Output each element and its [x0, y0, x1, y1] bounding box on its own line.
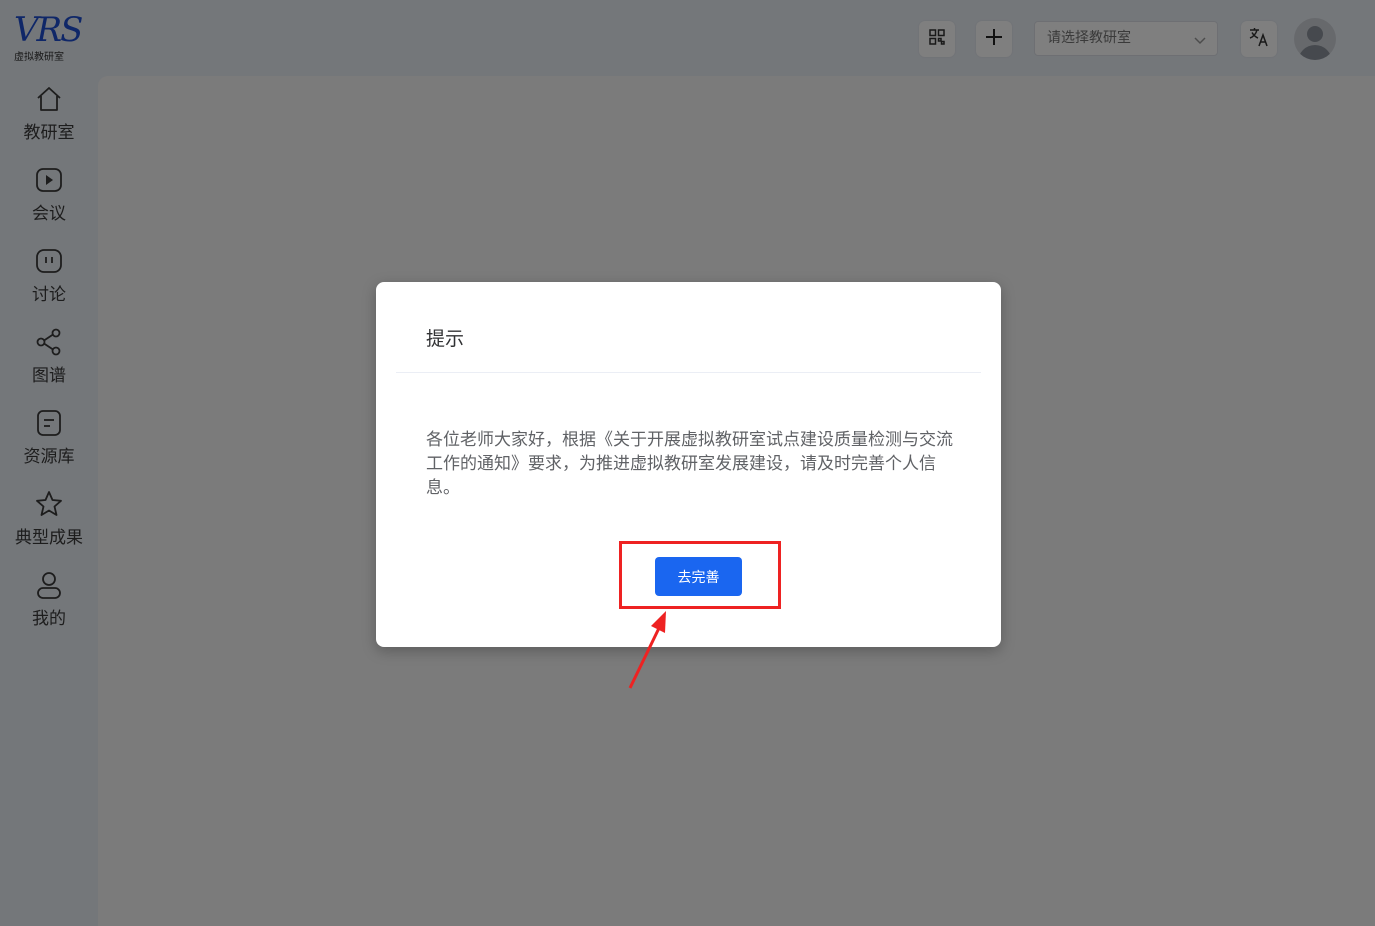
dialog-divider: [396, 372, 981, 373]
annotation-arrow-icon: [628, 611, 666, 689]
dialog-title: 提示: [426, 328, 465, 350]
dialog-message: 各位老师大家好，根据《关于开展虚拟教研室试点建设质量检测与交流工作的通知》要求，…: [426, 430, 953, 498]
highlight-box: [619, 541, 781, 609]
